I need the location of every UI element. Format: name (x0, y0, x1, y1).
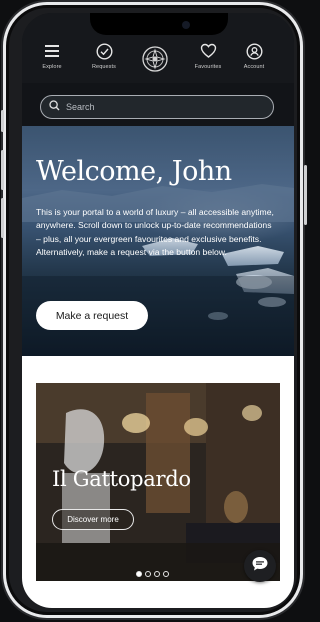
search-bar[interactable] (40, 95, 274, 119)
nav-explore-label: Explore (42, 64, 62, 70)
carousel-dot-4[interactable] (163, 571, 169, 577)
carousel-dot-2[interactable] (145, 571, 151, 577)
carousel-dot-3[interactable] (154, 571, 160, 577)
account-icon (230, 43, 278, 63)
nav-requests[interactable]: Requests (80, 43, 128, 70)
make-request-button[interactable]: Make a request (36, 301, 148, 330)
nav-favourites-label: Favourites (194, 64, 222, 70)
discover-more-button[interactable]: Discover more (52, 509, 134, 530)
chat-bubble-icon (251, 555, 269, 578)
heart-icon (184, 43, 232, 63)
hero-title: Welcome, John (36, 156, 232, 187)
brand-logo-icon[interactable] (141, 45, 169, 73)
phone-side-button (1, 110, 4, 132)
card-title: Il Gattopardo (52, 467, 191, 491)
check-circle-icon (80, 43, 128, 63)
phone-notch (90, 13, 228, 35)
phone-power-button (304, 165, 307, 225)
phone-volume-up (1, 150, 4, 190)
nav-account-label: Account (243, 64, 265, 70)
nav-requests-label: Requests (91, 64, 117, 70)
search-input[interactable] (66, 102, 246, 112)
phone-volume-down (1, 198, 4, 238)
nav-favourites[interactable]: Favourites (184, 43, 232, 70)
hero-banner: Welcome, John This is your portal to a w… (22, 126, 294, 356)
hero-description: This is your portal to a world of luxury… (36, 207, 274, 258)
nav-explore[interactable]: Explore (28, 43, 76, 70)
search-icon (49, 98, 60, 116)
nav-account[interactable]: Account (230, 43, 278, 70)
front-camera (182, 21, 190, 29)
carousel-dot-1[interactable] (136, 571, 142, 577)
app-screen: Explore Requests Favourites Account Welc… (22, 13, 294, 608)
menu-icon (28, 43, 76, 63)
featured-carousel-card[interactable]: Il Gattopardo Discover more (36, 383, 280, 581)
chat-button[interactable] (244, 550, 276, 582)
carousel-pagination (136, 571, 169, 577)
